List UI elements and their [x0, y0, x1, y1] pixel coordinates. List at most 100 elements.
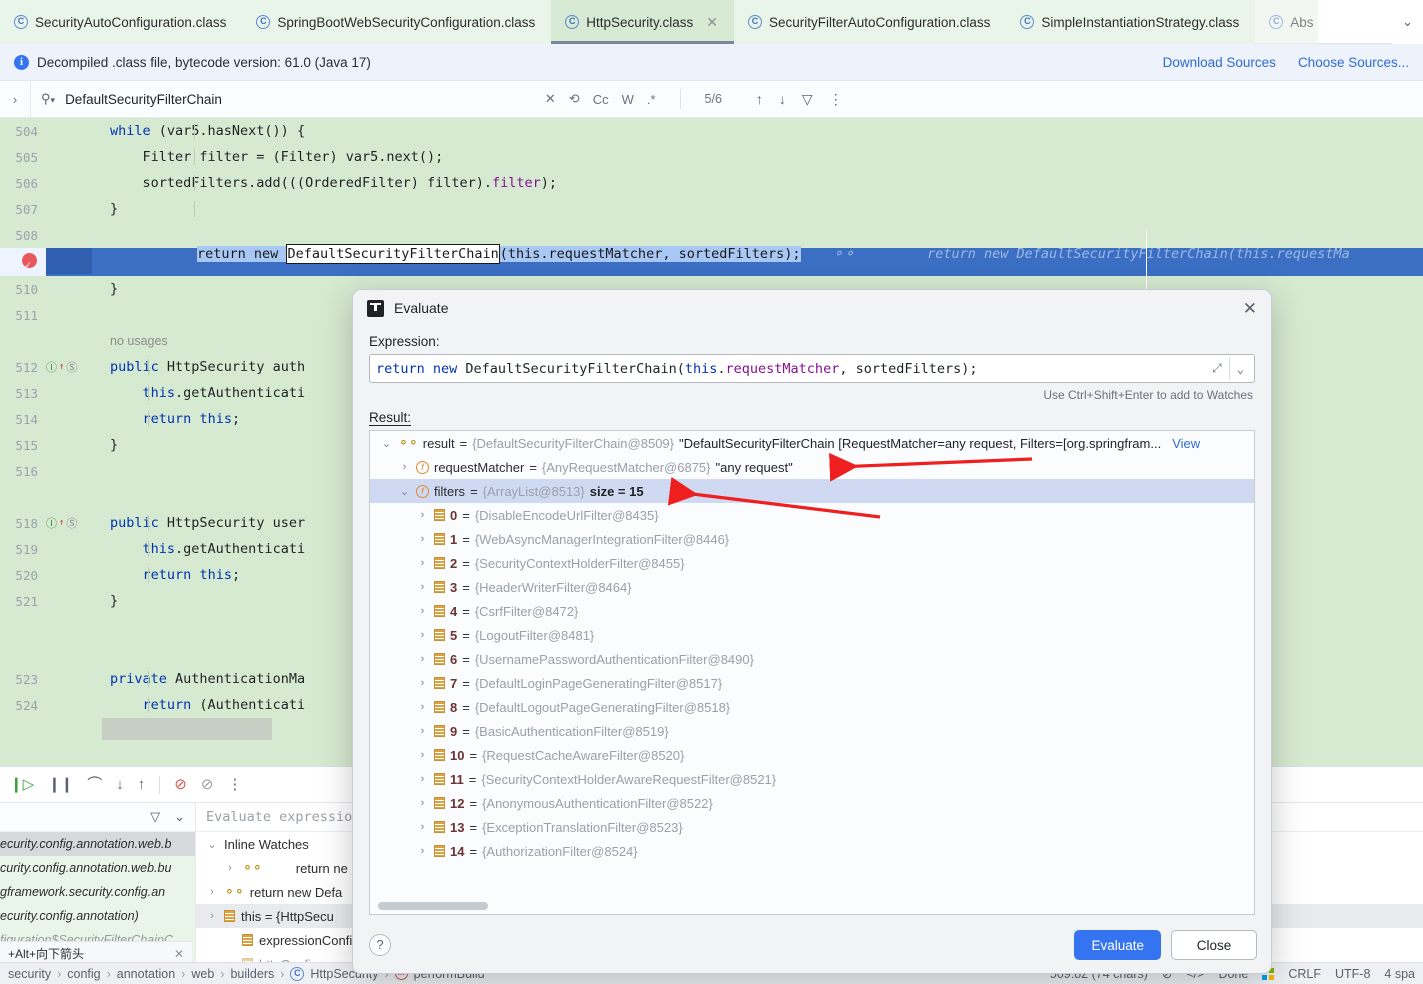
close-icon[interactable]: ✕: [1243, 300, 1257, 317]
expand-icon[interactable]: ⤢: [1208, 361, 1226, 376]
editor-tab-abs[interactable]: C Abs: [1255, 0, 1318, 44]
tree-row-list-item[interactable]: › 12 = {AnonymousAuthenticationFilter@8522}: [370, 791, 1254, 815]
chevron-down-icon[interactable]: ⌄: [206, 838, 218, 851]
chevron-right-icon[interactable]: ›: [416, 653, 429, 665]
tree-row-list-item[interactable]: › 14 = {AuthorizationFilter@8524}: [370, 839, 1254, 863]
chevron-right-icon[interactable]: ›: [416, 701, 429, 713]
frame-row[interactable]: ecurity.config.annotation.web.b: [0, 832, 195, 856]
view-breakpoints-icon[interactable]: ⊘: [174, 777, 187, 792]
tree-row-filters[interactable]: ⌄ f filters = {ArrayList@8513} size = 15: [370, 479, 1254, 503]
chevron-right-icon[interactable]: ›: [416, 797, 429, 809]
chevron-right-icon[interactable]: ›: [416, 533, 429, 545]
tree-row-requestmatcher[interactable]: › f requestMatcher = {AnyRequestMatcher@…: [370, 455, 1254, 479]
evaluate-dialog[interactable]: Evaluate ✕ Expression: return new Defaul…: [352, 289, 1272, 974]
search-field[interactable]: ⚲▾ DefaultSecurityFilterChain close-icon…: [30, 80, 853, 118]
chevron-right-icon[interactable]: ›: [416, 677, 429, 689]
view-link[interactable]: View: [1172, 436, 1200, 451]
annotation-icon[interactable]: Ⓢ: [66, 359, 77, 375]
frame-row[interactable]: curity.config.annotation.web.bu: [0, 856, 195, 880]
chevron-right-icon[interactable]: ›: [224, 862, 236, 874]
tree-row-list-item[interactable]: › 13 = {ExceptionTranslationFilter@8523}: [370, 815, 1254, 839]
chevron-right-icon[interactable]: ›: [416, 557, 429, 569]
choose-sources-link[interactable]: Choose Sources...: [1298, 55, 1409, 70]
chevron-right-icon[interactable]: ›: [416, 725, 429, 737]
breadcrumb-item-config[interactable]: config: [67, 967, 100, 981]
tree-row-list-item[interactable]: › 0 = {DisableEncodeUrlFilter@8435}: [370, 503, 1254, 527]
step-over-icon[interactable]: ⌒: [87, 777, 102, 792]
breakpoint-verified-icon[interactable]: [22, 252, 37, 280]
chevron-right-icon[interactable]: ›: [416, 581, 429, 593]
annotation-icon[interactable]: Ⓢ: [66, 515, 77, 531]
evaluate-button[interactable]: Evaluate: [1074, 930, 1161, 960]
frames-pane[interactable]: ▽ ⌄ ecurity.config.annotation.web.b curi…: [0, 803, 196, 963]
tree-row-list-item[interactable]: › 2 = {SecurityContextHolderFilter@8455}: [370, 551, 1254, 575]
breadcrumb-item-web[interactable]: web: [191, 967, 214, 981]
breadcrumb-item-annotation[interactable]: annotation: [117, 967, 175, 981]
gutter-override-icons[interactable]: Ⓘ ↑ Ⓢ: [46, 359, 92, 375]
clear-search-glyph[interactable]: ✕: [545, 91, 556, 107]
chevron-right-icon[interactable]: ›: [416, 629, 429, 641]
scrollbar-horizontal[interactable]: [378, 902, 488, 910]
inline-watch-text[interactable]: return new DefaultSecurityFilterChain(th…: [927, 246, 1350, 262]
arrow-down-icon[interactable]: ↓: [779, 91, 786, 107]
chevron-right-icon[interactable]: ›: [398, 461, 411, 473]
history-icon[interactable]: ⟲: [569, 91, 580, 107]
search-input[interactable]: DefaultSecurityFilterChain: [65, 92, 222, 107]
more-vertical-icon[interactable]: ⋮: [227, 777, 242, 792]
tree-row-list-item[interactable]: › 4 = {CsrfFilter@8472}: [370, 599, 1254, 623]
step-into-icon[interactable]: ↓: [116, 777, 124, 792]
line-separator[interactable]: CRLF: [1288, 967, 1321, 981]
tree-row-result[interactable]: ⌄ ⚬⚬ result = {DefaultSecurityFilterChai…: [370, 431, 1254, 455]
tree-row-list-item[interactable]: › 6 = {UsernamePasswordAuthenticationFilter…: [370, 647, 1254, 671]
tree-row-list-item[interactable]: › 1 = {WebAsyncManagerIntegrationFilter@844…: [370, 527, 1254, 551]
chevron-right-icon[interactable]: ›: [0, 92, 30, 107]
tree-row-list-item[interactable]: › 10 = {RequestCacheAwareFilter@8520}: [370, 743, 1254, 767]
editor-tab-httpsecurity[interactable]: C HttpSecurity.class ✕: [551, 0, 735, 44]
filter-icon[interactable]: ▽: [802, 91, 813, 108]
more-vertical-icon[interactable]: ⋮: [829, 91, 843, 108]
close-icon[interactable]: ✕: [174, 947, 184, 961]
tree-row-list-item[interactable]: › 7 = {DefaultLoginPageGeneratingFilter@851…: [370, 671, 1254, 695]
resume-program-icon[interactable]: ❙▷: [10, 777, 34, 792]
chevron-right-icon[interactable]: ›: [416, 821, 429, 833]
editor-tab-securityfilterautoconfiguration[interactable]: C SecurityFilterAutoConfiguration.class: [734, 0, 1007, 44]
tabs-overflow-button[interactable]: ⌄: [1392, 0, 1423, 44]
close-icon[interactable]: ✕: [706, 15, 718, 29]
mute-breakpoints-icon[interactable]: ⊘: [201, 777, 214, 792]
regex-toggle[interactable]: .*: [647, 92, 656, 107]
frame-row[interactable]: ecurity.config.annotation): [0, 904, 195, 928]
chevron-down-icon[interactable]: ⌄: [174, 809, 185, 825]
chevron-right-icon[interactable]: ›: [416, 509, 429, 521]
result-tree[interactable]: ⌄ ⚬⚬ result = {DefaultSecurityFilterChai…: [369, 430, 1255, 915]
expression-input[interactable]: return new DefaultSecurityFilterChain(th…: [369, 354, 1255, 383]
tree-row-list-item[interactable]: › 9 = {BasicAuthenticationFilter@8519}: [370, 719, 1254, 743]
chevron-down-icon[interactable]: ⌄: [380, 437, 393, 450]
tree-row-list-item[interactable]: › 8 = {DefaultLogoutPageGeneratingFilter@85…: [370, 695, 1254, 719]
filter-icon[interactable]: ▽: [150, 809, 160, 825]
editor-tab-securityautoconfiguration[interactable]: C SecurityAutoConfiguration.class: [0, 0, 243, 44]
chevron-right-icon[interactable]: ›: [416, 749, 429, 761]
step-out-icon[interactable]: ↑: [138, 777, 146, 792]
chevron-right-icon[interactable]: ›: [416, 605, 429, 617]
implementing-method-icon[interactable]: Ⓘ: [46, 359, 57, 375]
implementing-method-icon[interactable]: Ⓘ: [46, 515, 57, 531]
arrow-up-icon[interactable]: ↑: [756, 91, 763, 107]
chevron-right-icon[interactable]: ›: [206, 910, 218, 922]
download-sources-link[interactable]: Download Sources: [1163, 55, 1276, 70]
editor-tab-simpleinstantiationstrategy[interactable]: C SimpleInstantiationStrategy.class: [1006, 0, 1256, 44]
encoding[interactable]: UTF-8: [1335, 967, 1370, 981]
help-button[interactable]: ?: [369, 934, 391, 956]
line-number-gutter[interactable]: [0, 248, 46, 280]
breadcrumb-item-builders[interactable]: builders: [230, 967, 274, 981]
whole-words-toggle[interactable]: W: [622, 92, 634, 107]
chevron-down-icon[interactable]: ⌄: [1233, 362, 1248, 376]
editor-tab-springbootwebsecurityconfiguration[interactable]: C SpringBootWebSecurityConfiguration.cla…: [242, 0, 552, 44]
frame-row[interactable]: gframework.security.config.an: [0, 880, 195, 904]
gutter-override-icons[interactable]: Ⓘ ↑ Ⓢ: [46, 515, 92, 531]
breadcrumb-item-security[interactable]: security: [8, 967, 51, 981]
close-button[interactable]: Close: [1171, 930, 1257, 960]
tree-row-list-item[interactable]: › 11 = {SecurityContextHolderAwareRequestFi…: [370, 767, 1254, 791]
pause-program-icon[interactable]: ❙❙: [48, 777, 73, 792]
glasses-icon[interactable]: ⚬⚬: [833, 246, 856, 262]
tree-row-list-item[interactable]: › 3 = {HeaderWriterFilter@8464}: [370, 575, 1254, 599]
